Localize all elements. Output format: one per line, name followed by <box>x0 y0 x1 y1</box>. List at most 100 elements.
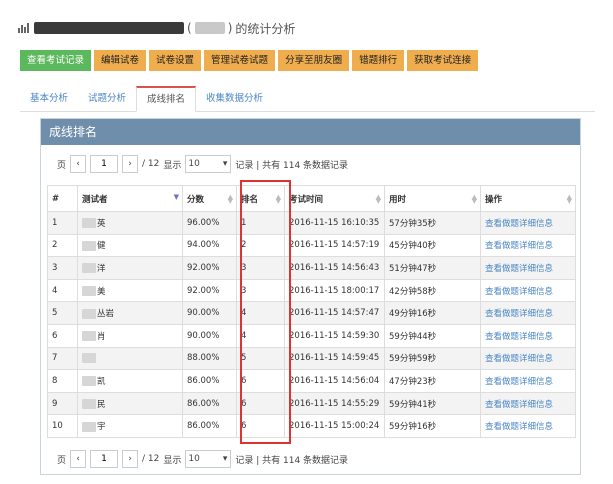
edit-paper-button[interactable]: 编辑试卷 <box>94 50 147 71</box>
col-tester[interactable]: 测试者 ▼ <box>77 185 183 212</box>
redacted-name-block <box>82 399 96 410</box>
cell-no: 10 <box>47 414 78 438</box>
cell-no: 7 <box>47 346 78 371</box>
table-row: 10 宇 86.00% 6 2016-11-15 15:00:24 59分钟16秒 查看做题… <box>47 414 576 438</box>
caret-down-icon: ▾ <box>222 454 228 464</box>
page-size-select[interactable]: 10 ▾ <box>185 155 232 173</box>
cell-action-link[interactable]: 查看做题详细信息 <box>480 233 576 258</box>
tab-collected-data[interactable]: 收集数据分析 <box>196 86 273 112</box>
sort-arrows-icon: ▼ <box>173 193 179 201</box>
cell-rank: 4 <box>236 301 285 325</box>
table-row: 2 健 94.00% 2 2016-11-15 14:57:19 45分钟40秒 查看做题详… <box>47 233 576 258</box>
col-action[interactable]: 操作 ▲ ▼ <box>480 185 576 212</box>
next-page-button[interactable]: › <box>122 155 139 173</box>
cell-duration: 59分钟59秒 <box>384 346 481 371</box>
cell-tester: 宇 <box>77 414 183 438</box>
cell-tester <box>77 346 183 371</box>
table-row: 8 凯 86.00% 6 2016-11-15 14:56:04 47分钟23秒 查看做题详… <box>47 369 576 393</box>
paper-settings-button[interactable]: 试卷设置 <box>149 50 202 71</box>
cell-action-link[interactable]: 查看做题详细信息 <box>480 414 576 438</box>
redacted-name-block <box>82 286 96 297</box>
sort-arrows-icon: ▲ ▼ <box>275 193 281 205</box>
ranking-panel: 成线排名 页 ‹ › / 12 显示 10 ▾ 记录 | 共有 114 条数据记… <box>40 118 581 475</box>
cell-action-link[interactable]: 查看做题详细信息 <box>480 369 576 393</box>
cell-duration: 42分钟58秒 <box>384 278 481 303</box>
cell-action-link[interactable]: 查看做题详细信息 <box>480 346 576 371</box>
ranking-table-body: 1 英 96.00% 1 2016-11-15 16:10:35 57分钟35秒 查看做题详… <box>47 211 576 438</box>
col-rank[interactable]: 排名 ▲ ▼ <box>236 185 285 212</box>
cell-score: 92.00% <box>182 278 237 303</box>
cell-rank: 6 <box>236 414 285 438</box>
pager-bottom: 页 ‹ › / 12 显示 10 ▾ 记录 | 共有 114 条数据记录 <box>57 450 348 468</box>
cell-action-link[interactable]: 查看做题详细信息 <box>480 211 576 235</box>
col-score[interactable]: 分数 ▲ ▼ <box>182 185 237 212</box>
tester-name-fragment: 宇 <box>97 422 106 433</box>
tester-name-fragment: 肖 <box>97 331 106 342</box>
cell-action-link[interactable]: 查看做题详细信息 <box>480 256 576 280</box>
cell-rank: 3 <box>236 278 285 303</box>
col-exam-time[interactable]: 考试时间 ▲ ▼ <box>284 185 385 212</box>
cell-action-link[interactable]: 查看做题详细信息 <box>480 323 576 348</box>
cell-tester: 健 <box>77 233 183 258</box>
redacted-name-block <box>82 376 96 387</box>
tab-basic-analysis[interactable]: 基本分析 <box>20 86 78 112</box>
prev-page-button[interactable]: ‹ <box>70 155 87 173</box>
get-exam-link-button[interactable]: 获取考试连接 <box>407 50 479 71</box>
redacted-name-block <box>82 263 96 274</box>
cell-rank: 6 <box>236 391 285 416</box>
cell-action-link[interactable]: 查看做题详细信息 <box>480 301 576 325</box>
cell-rank: 5 <box>236 346 285 371</box>
cell-exam-time: 2016-11-15 14:56:04 <box>284 369 385 393</box>
cell-action-link[interactable]: 查看做题详细信息 <box>480 278 576 303</box>
tester-name-fragment: 健 <box>97 241 106 252</box>
tab-question-analysis[interactable]: 试题分析 <box>78 86 136 112</box>
prev-page-button[interactable]: ‹ <box>70 450 87 468</box>
next-page-button[interactable]: › <box>122 450 139 468</box>
cell-rank: 6 <box>236 369 285 393</box>
cell-score: 90.00% <box>182 301 237 325</box>
cell-tester: 肖 <box>77 323 183 348</box>
cell-score: 88.00% <box>182 346 237 371</box>
tester-name-fragment: 英 <box>97 218 106 229</box>
redacted-name-block <box>82 353 96 364</box>
cell-rank: 4 <box>236 323 285 348</box>
col-duration[interactable]: 用时 ▲ ▼ <box>384 185 481 212</box>
table-row: 4 美 92.00% 3 2016-11-15 18:00:17 42分钟58秒 查看做题详… <box>47 278 576 303</box>
page-size-value: 10 <box>188 454 200 464</box>
table-row: 7 88.00% 5 2016-11-15 14:59:45 59分钟59秒 查看做题详细… <box>47 346 576 371</box>
cell-no: 2 <box>47 233 78 258</box>
manage-questions-button[interactable]: 管理试卷试题 <box>204 50 276 71</box>
cell-duration: 49分钟16秒 <box>384 301 481 325</box>
col-no[interactable]: # <box>47 185 78 212</box>
exam-name-redacted <box>34 22 184 34</box>
wrong-ranking-button[interactable]: 错题排行 <box>352 50 405 71</box>
cell-tester: 美 <box>77 278 183 303</box>
share-moments-button[interactable]: 分享至朋友圈 <box>278 50 350 71</box>
redacted-name-block <box>82 240 96 251</box>
cell-score: 90.00% <box>182 323 237 348</box>
cell-action-link[interactable]: 查看做题详细信息 <box>480 391 576 416</box>
cell-duration: 59分钟16秒 <box>384 414 481 438</box>
cell-score: 94.00% <box>182 233 237 258</box>
tester-name-fragment: 凯 <box>97 376 106 387</box>
tester-name-fragment: 洋 <box>97 263 106 274</box>
page-number-input[interactable] <box>90 155 119 173</box>
ranking-table: # 测试者 ▼ 分数 ▲ ▼ 排名 ▲ ▼ 考试时间 ▲ ▼ 用时 ▲ ▼ 操作 ▲ ▼ 1 英 96.0… <box>47 185 576 438</box>
cell-exam-time: 2016-11-15 14:56:43 <box>284 256 385 280</box>
sort-arrows-icon: ▲ ▼ <box>471 193 477 205</box>
cell-exam-time: 2016-11-15 14:55:29 <box>284 391 385 416</box>
tester-name-fragment: 美 <box>97 286 106 297</box>
tab-score-ranking[interactable]: 成线排名 <box>136 86 197 112</box>
page-number-input[interactable] <box>90 450 119 468</box>
page-size-select[interactable]: 10 ▾ <box>185 450 232 468</box>
cell-exam-time: 2016-11-15 14:59:30 <box>284 323 385 348</box>
cell-tester: 洋 <box>77 256 183 280</box>
view-exam-records-button[interactable]: 查看考试记录 <box>20 50 92 71</box>
redacted-name-block <box>82 331 96 342</box>
table-row: 5 丛岩 90.00% 4 2016-11-15 14:57:47 49分钟16秒 查看做题… <box>47 301 576 325</box>
cell-score: 92.00% <box>182 256 237 280</box>
table-row: 9 民 86.00% 6 2016-11-15 14:55:29 59分钟41秒 查看做题详… <box>47 391 576 416</box>
title-paren-open: ( <box>187 21 192 35</box>
page-size-value: 10 <box>188 159 200 169</box>
cell-duration: 59分钟44秒 <box>384 323 481 348</box>
